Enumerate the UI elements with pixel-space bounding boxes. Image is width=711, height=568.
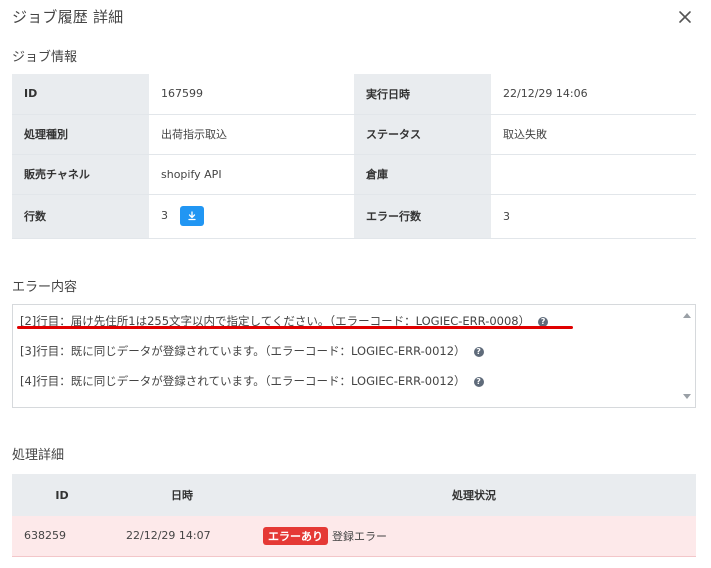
help-icon[interactable]: ? bbox=[538, 316, 549, 327]
scroll-down-arrow-icon[interactable] bbox=[683, 394, 691, 399]
info-row: 処理種別 出荷指示取込 ステータス 取込失敗 bbox=[12, 114, 696, 155]
process-datetime: 22/12/29 14:07 bbox=[112, 516, 252, 557]
info-value: 167599 bbox=[149, 74, 354, 115]
col-header-status: 処理状況 bbox=[252, 474, 696, 516]
info-value: 22/12/29 14:06 bbox=[491, 74, 696, 115]
info-key: 処理種別 bbox=[12, 114, 149, 155]
col-header-datetime: 日時 bbox=[112, 474, 252, 516]
help-icon[interactable]: ? bbox=[473, 376, 484, 387]
row-count: 3 bbox=[161, 209, 168, 222]
info-value: 出荷指示取込 bbox=[149, 114, 354, 155]
process-status: エラーあり 登録エラー bbox=[252, 516, 696, 557]
info-key: 行数 bbox=[12, 194, 149, 239]
table-row[interactable]: 638259 22/12/29 14:07 エラーあり 登録エラー bbox=[12, 516, 696, 557]
error-line: [4]行目：既に同じデータが登録されています。（エラーコード：LOGIEC-ER… bbox=[20, 373, 484, 389]
process-id: 638259 bbox=[12, 516, 112, 557]
info-key: エラー行数 bbox=[354, 194, 491, 239]
job-history-detail-dialog: ジョブ履歴 詳細 ジョブ情報 ID 167599 実行日時 22/12/29 1… bbox=[0, 0, 711, 568]
download-button[interactable] bbox=[179, 206, 204, 226]
info-value bbox=[491, 154, 696, 195]
error-text: [3]行目：既に同じデータが登録されています。（エラーコード：LOGIEC-ER… bbox=[20, 344, 466, 358]
info-key: ステータス bbox=[354, 114, 491, 155]
error-text: [4]行目：既に同じデータが登録されています。（エラーコード：LOGIEC-ER… bbox=[20, 374, 466, 388]
info-value: 取込失敗 bbox=[491, 114, 696, 155]
download-icon bbox=[187, 211, 196, 221]
red-underline-annotation bbox=[17, 326, 573, 329]
process-header-row: ID 日時 処理状況 bbox=[12, 474, 696, 516]
info-value-rows: 3 bbox=[149, 194, 354, 239]
close-icon[interactable] bbox=[676, 8, 694, 26]
info-row: 行数 3 エラー行数 3 bbox=[12, 194, 696, 239]
status-text: 登録エラー bbox=[332, 529, 387, 543]
dialog-title: ジョブ履歴 詳細 bbox=[12, 8, 124, 26]
info-key: ID bbox=[12, 74, 149, 115]
col-header-id: ID bbox=[12, 474, 112, 516]
info-key: 倉庫 bbox=[354, 154, 491, 195]
job-info-table: ID 167599 実行日時 22/12/29 14:06 処理種別 出荷指示取… bbox=[12, 74, 696, 239]
help-icon[interactable]: ? bbox=[473, 346, 484, 357]
error-badge: エラーあり bbox=[263, 526, 328, 545]
info-key: 販売チャネル bbox=[12, 154, 149, 195]
info-row: ID 167599 実行日時 22/12/29 14:06 bbox=[12, 74, 696, 115]
info-row: 販売チャネル shopify API 倉庫 bbox=[12, 154, 696, 195]
scroll-up-arrow-icon[interactable] bbox=[683, 313, 691, 318]
process-table: ID 日時 処理状況 638259 22/12/29 14:07 エラーあり 登録… bbox=[12, 474, 696, 557]
info-value: 3 bbox=[491, 194, 696, 239]
process-heading: 処理詳細 bbox=[12, 448, 65, 463]
error-heading: エラー内容 bbox=[12, 280, 78, 295]
info-value: shopify API bbox=[149, 154, 354, 195]
error-line: [3]行目：既に同じデータが登録されています。（エラーコード：LOGIEC-ER… bbox=[20, 343, 484, 359]
job-info-heading: ジョブ情報 bbox=[12, 50, 78, 65]
error-list-box[interactable]: [2]行目：届け先住所1は255文字以内で指定してください。（エラーコード：LO… bbox=[12, 304, 696, 408]
info-key: 実行日時 bbox=[354, 74, 491, 115]
